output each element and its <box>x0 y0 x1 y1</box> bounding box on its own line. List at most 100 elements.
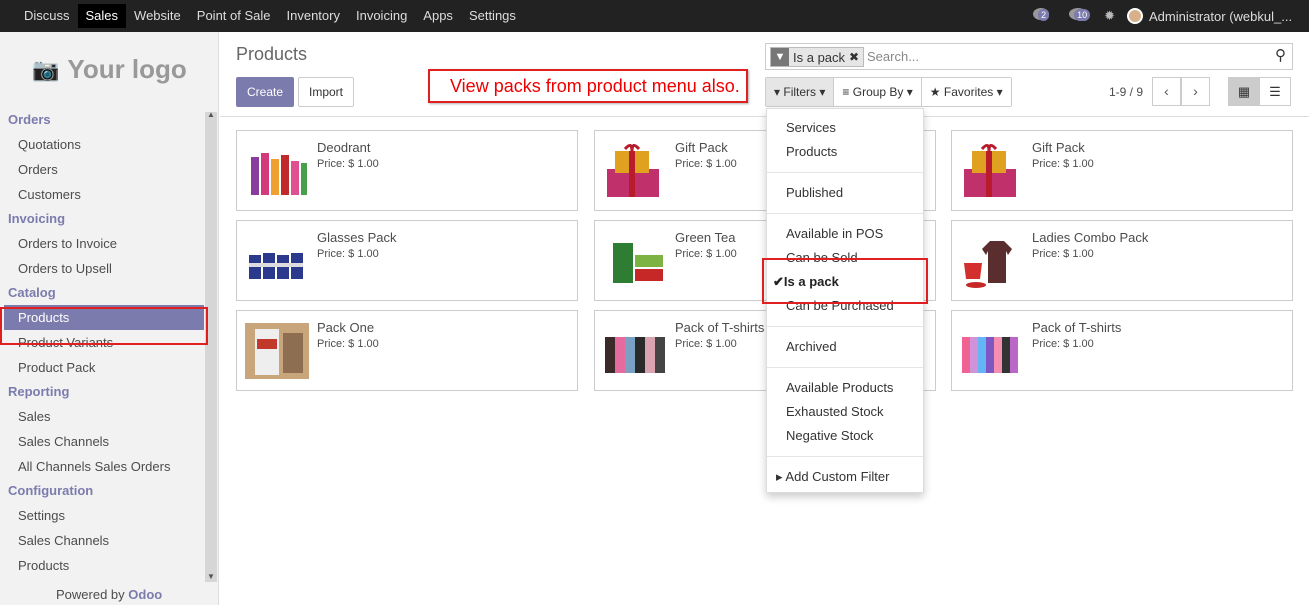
sidebar-item-settings[interactable]: Settings <box>0 503 204 528</box>
sidebar-item-orders-to-invoice[interactable]: Orders to Invoice <box>0 231 204 256</box>
menu-apps[interactable]: Apps <box>415 0 461 32</box>
divider <box>220 116 1309 117</box>
ladies-combo-image <box>960 233 1024 289</box>
product-name: Glasses Pack <box>317 230 397 245</box>
product-price: Price: $ 1.00 <box>675 158 737 170</box>
product-name: Pack of T-shirts <box>675 320 765 335</box>
pager-next-button[interactable]: › <box>1181 77 1210 106</box>
bug-icon[interactable]: ✹ <box>1104 8 1115 24</box>
product-price: Price: $ 1.00 <box>1032 338 1094 350</box>
scroll-up-icon[interactable]: ▲ <box>207 110 215 119</box>
product-card[interactable]: Ladies Combo Pack Price: $ 1.00 <box>951 220 1293 301</box>
add-custom-filter-label: Add Custom Filter <box>785 469 890 484</box>
sidebar-item-orders[interactable]: Orders <box>0 157 204 182</box>
sidebar-item-customers[interactable]: Customers <box>0 182 204 207</box>
annotation-callout: View packs from product menu also. <box>428 69 748 103</box>
search-icon[interactable]: ⚲ <box>1275 46 1286 64</box>
pager-previous-button[interactable]: ‹ <box>1152 77 1181 106</box>
add-custom-filter[interactable]: ▸ Add Custom Filter <box>776 469 889 485</box>
page-title: Products <box>236 44 308 64</box>
product-name: Ladies Combo Pack <box>1032 230 1149 245</box>
menu-inventory[interactable]: Inventory <box>279 0 348 32</box>
systray: 2 10 ✹ Administrator (webkul_... <box>1032 0 1309 32</box>
camera-icon: 📷 <box>32 56 60 82</box>
product-name: Deodrant <box>317 140 371 155</box>
user-menu[interactable]: Administrator (webkul_... <box>1149 9 1309 24</box>
menu-point-of-sale[interactable]: Point of Sale <box>189 0 279 32</box>
tshirts-image <box>603 323 667 379</box>
filter-available-in-pos[interactable]: Available in POS <box>786 226 883 241</box>
filter-archived[interactable]: Archived <box>786 339 837 354</box>
product-card[interactable]: Gift Pack Price: $ 1.00 <box>951 130 1293 211</box>
product-name: Pack One <box>317 320 375 335</box>
sidebar-item-config-sales-channels[interactable]: Sales Channels <box>0 528 204 553</box>
messages-icon[interactable]: 10 <box>1068 6 1094 26</box>
product-price: Price: $ 1.00 <box>1032 158 1094 170</box>
chat-count: 2 <box>1038 9 1050 21</box>
sidebar-item-config-products[interactable]: Products <box>0 553 204 578</box>
sidebar-item-sales-channels[interactable]: Sales Channels <box>0 429 204 454</box>
filters-button[interactable]: ▾ Filters ▾ <box>766 78 835 106</box>
product-card[interactable]: Pack of T-shirts Price: $ 1.00 <box>951 310 1293 391</box>
app-menu: Discuss Sales Website Point of Sale Inve… <box>16 0 524 32</box>
filter-services[interactable]: Services <box>786 120 836 135</box>
product-price: Price: $ 1.00 <box>317 158 379 170</box>
product-price: Price: $ 1.00 <box>317 248 379 260</box>
sidebar-item-quotations[interactable]: Quotations <box>0 132 204 157</box>
powered-prefix: Powered by <box>56 587 125 602</box>
pager-value[interactable]: 1-9 / 9 <box>1109 85 1143 99</box>
product-price: Price: $ 1.00 <box>675 248 737 260</box>
remove-facet-icon[interactable]: ✖ <box>849 50 863 64</box>
sidebar-item-product-pack[interactable]: Product Pack <box>0 355 204 380</box>
groupby-button[interactable]: ≡ Group By ▾ <box>834 78 922 106</box>
menu-invoicing[interactable]: Invoicing <box>348 0 415 32</box>
dropdown-divider <box>767 172 923 173</box>
filter-products[interactable]: Products <box>786 144 837 159</box>
favorites-button[interactable]: ★ Favorites ▾ <box>921 78 1011 106</box>
company-logo: 📷 Your logo <box>32 54 187 85</box>
logo-text: Your logo <box>67 54 187 84</box>
odoo-link[interactable]: Odoo <box>128 587 162 602</box>
pack-one-image <box>245 323 309 379</box>
section-catalog: Catalog <box>8 285 56 300</box>
kanban-view-button[interactable]: ▦ <box>1228 77 1260 106</box>
sidebar-scrollbar[interactable] <box>205 112 217 582</box>
product-name: Green Tea <box>675 230 736 245</box>
dropdown-divider <box>767 456 923 457</box>
favorites-label: Favorites <box>943 85 994 99</box>
sidebar-item-all-channels-sales-orders[interactable]: All Channels Sales Orders <box>0 454 204 479</box>
tea-image <box>603 233 667 289</box>
menu-settings[interactable]: Settings <box>461 0 524 32</box>
sidebar-item-orders-to-upsell[interactable]: Orders to Upsell <box>0 256 204 281</box>
filter-highlight-box <box>762 258 928 304</box>
search-bar[interactable]: ▼ Is a pack ✖ Search... ⚲ <box>765 43 1293 70</box>
create-button[interactable]: Create <box>236 77 295 107</box>
menu-website[interactable]: Website <box>126 0 189 32</box>
section-invoicing: Invoicing <box>8 211 66 226</box>
filter-exhausted-stock[interactable]: Exhausted Stock <box>786 404 884 419</box>
product-card[interactable]: Pack One Price: $ 1.00 <box>236 310 578 391</box>
search-input[interactable]: Search... <box>867 49 919 64</box>
search-facet[interactable]: ▼ Is a pack ✖ <box>770 47 865 67</box>
import-button[interactable]: Import <box>298 77 355 107</box>
filter-negative-stock[interactable]: Negative Stock <box>786 428 873 443</box>
list-view-button[interactable]: ☰ <box>1259 77 1291 106</box>
product-card[interactable]: Deodrant Price: $ 1.00 <box>236 130 578 211</box>
dropdown-divider <box>767 213 923 214</box>
avatar[interactable] <box>1127 8 1143 24</box>
menu-sales[interactable]: Sales <box>77 4 127 28</box>
groupby-label: Group By <box>852 85 904 99</box>
dropdown-divider <box>767 367 923 368</box>
message-count: 10 <box>1074 9 1091 21</box>
section-configuration: Configuration <box>8 483 94 498</box>
chat-icon[interactable]: 2 <box>1032 6 1058 26</box>
filter-available-products[interactable]: Available Products <box>786 380 893 395</box>
scroll-down-icon[interactable]: ▼ <box>207 572 215 581</box>
dropdown-divider <box>767 326 923 327</box>
product-name: Gift Pack <box>1032 140 1085 155</box>
product-price: Price: $ 1.00 <box>675 338 737 350</box>
sidebar-item-sales[interactable]: Sales <box>0 404 204 429</box>
filter-published[interactable]: Published <box>786 185 843 200</box>
menu-discuss[interactable]: Discuss <box>16 0 78 32</box>
product-card[interactable]: Glasses Pack Price: $ 1.00 <box>236 220 578 301</box>
